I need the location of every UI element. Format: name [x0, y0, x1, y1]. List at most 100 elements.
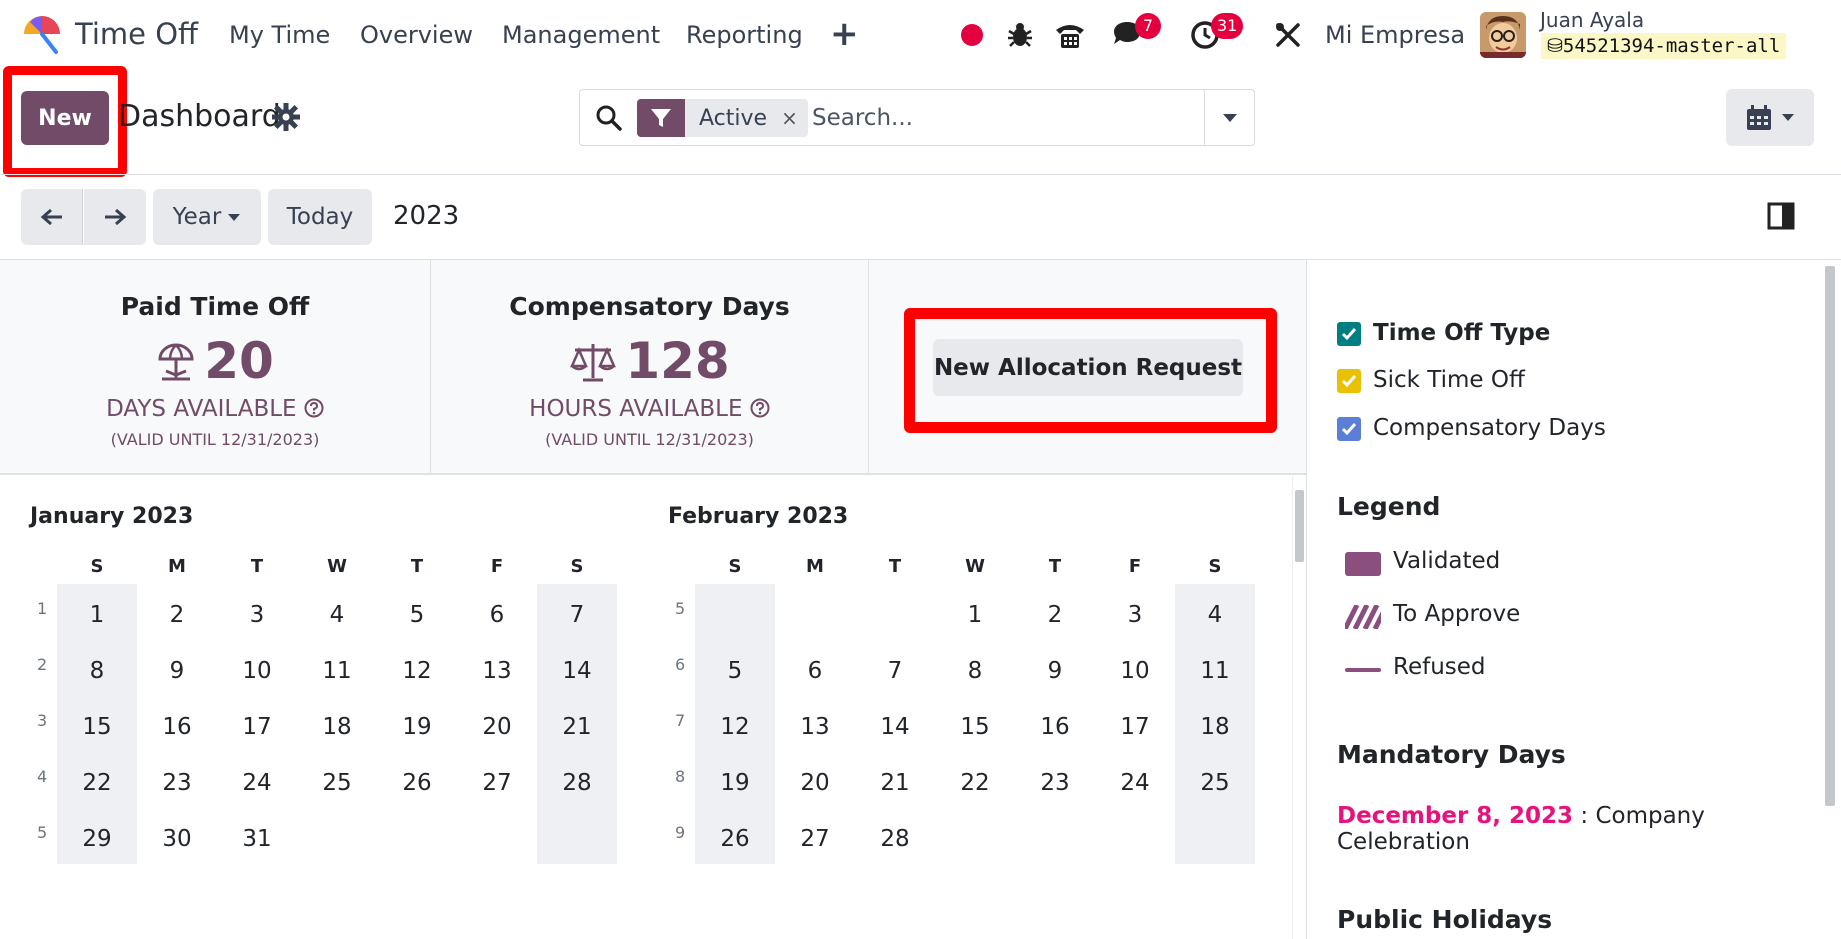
weekday-header: M [168, 556, 186, 577]
calendar-day[interactable]: 5 [377, 602, 457, 628]
menu-my-time[interactable]: My Time [229, 21, 330, 49]
company-switcher[interactable]: Mi Empresa [1325, 21, 1465, 49]
calendar-day[interactable]: 13 [457, 658, 537, 684]
user-avatar[interactable] [1480, 12, 1526, 58]
previous-button[interactable] [21, 189, 83, 245]
calendar-day[interactable]: 22 [57, 770, 137, 796]
gear-icon[interactable] [272, 103, 300, 131]
calendar-day[interactable]: 20 [775, 770, 855, 796]
calendar-day[interactable]: 26 [695, 826, 775, 852]
calendar-day[interactable]: 19 [377, 714, 457, 740]
calendar-day[interactable]: 30 [137, 826, 217, 852]
calendar-day[interactable]: 31 [217, 826, 297, 852]
calendar-day[interactable]: 24 [1095, 770, 1175, 796]
filter-label-compensatory-days[interactable]: Compensatory Days [1373, 415, 1606, 441]
help-icon[interactable] [750, 398, 770, 418]
help-icon[interactable] [304, 398, 324, 418]
search-input[interactable] [812, 99, 1202, 137]
calendar-day[interactable]: 1 [57, 602, 137, 628]
calendar-day[interactable]: 5 [695, 658, 775, 684]
calendar-day[interactable]: 20 [457, 714, 537, 740]
calendar-day[interactable]: 9 [1015, 658, 1095, 684]
facet-remove-icon[interactable]: × [781, 106, 798, 130]
next-button[interactable] [84, 189, 146, 245]
calendar-day[interactable]: 3 [1095, 602, 1175, 628]
calendar-day[interactable]: 25 [1175, 770, 1255, 796]
range-dropdown[interactable]: Year [153, 189, 261, 245]
calendar-day[interactable]: 15 [57, 714, 137, 740]
calendar-day[interactable]: 12 [377, 658, 457, 684]
calendar-day[interactable]: 10 [1095, 658, 1175, 684]
calendar-day[interactable]: 14 [537, 658, 617, 684]
calendar-day[interactable]: 28 [537, 770, 617, 796]
calendar-day[interactable]: 8 [57, 658, 137, 684]
menu-management[interactable]: Management [502, 21, 660, 49]
calendar-day[interactable]: 6 [457, 602, 537, 628]
calendar-day[interactable]: 2 [1015, 602, 1095, 628]
weekday-header: M [806, 556, 824, 577]
app-name[interactable]: Time Off [75, 17, 198, 51]
search-icon[interactable] [595, 104, 623, 132]
side-panel-scrollbar[interactable] [1825, 266, 1835, 806]
calendar-day[interactable]: 10 [217, 658, 297, 684]
calendar-day[interactable]: 17 [217, 714, 297, 740]
calendar-day[interactable]: 7 [537, 602, 617, 628]
calendar-day[interactable]: 18 [297, 714, 377, 740]
calendar-day[interactable]: 27 [457, 770, 537, 796]
calendar-day[interactable]: 21 [537, 714, 617, 740]
calendar-day[interactable]: 15 [935, 714, 1015, 740]
tools-icon[interactable] [1271, 18, 1305, 52]
weekday-header: S [570, 556, 584, 577]
calendar-day[interactable]: 3 [217, 602, 297, 628]
menu-reporting[interactable]: Reporting [686, 21, 803, 49]
checkbox-sick-time-off[interactable] [1337, 369, 1361, 393]
bug-icon[interactable] [1003, 18, 1037, 52]
calendar-day[interactable]: 25 [297, 770, 377, 796]
calendar-day[interactable]: 16 [1015, 714, 1095, 740]
calendar-day[interactable]: 22 [935, 770, 1015, 796]
view-switcher-button[interactable] [1726, 89, 1814, 146]
scrollbar-thumb[interactable] [1295, 490, 1304, 562]
calendar-day[interactable]: 1 [935, 602, 1015, 628]
calendar-day[interactable]: 7 [855, 658, 935, 684]
filter-label-time-off-type[interactable]: Time Off Type [1373, 320, 1550, 346]
checkbox-compensatory-days[interactable] [1337, 417, 1361, 441]
calendar-day[interactable]: 8 [935, 658, 1015, 684]
calendar-day[interactable]: 17 [1095, 714, 1175, 740]
calendar-day[interactable]: 9 [137, 658, 217, 684]
calendar-day[interactable]: 6 [775, 658, 855, 684]
calendar-day[interactable]: 11 [297, 658, 377, 684]
calendar-day[interactable]: 12 [695, 714, 775, 740]
calendar-day[interactable]: 26 [377, 770, 457, 796]
search-options-toggle[interactable] [1204, 90, 1254, 145]
calendar-day[interactable]: 29 [57, 826, 137, 852]
today-button[interactable]: Today [268, 189, 372, 245]
calendar-day[interactable]: 23 [137, 770, 217, 796]
calendar-day[interactable]: 14 [855, 714, 935, 740]
phone-icon[interactable] [1053, 18, 1087, 52]
calendar-day[interactable]: 27 [775, 826, 855, 852]
calendar-day[interactable]: 4 [1175, 602, 1255, 628]
time-off-logo-icon[interactable] [20, 12, 64, 56]
calendar-day[interactable]: 11 [1175, 658, 1255, 684]
calendar-day[interactable]: 18 [1175, 714, 1255, 740]
calendar-day[interactable]: 28 [855, 826, 935, 852]
calendar-day[interactable]: 19 [695, 770, 775, 796]
calendar-day[interactable]: 23 [1015, 770, 1095, 796]
calendar-day[interactable]: 16 [137, 714, 217, 740]
side-panel-toggle-icon[interactable] [1767, 202, 1795, 230]
user-name[interactable]: Juan Ayala [1540, 8, 1644, 32]
current-year: 2023 [393, 201, 460, 231]
record-icon[interactable] [955, 18, 989, 52]
calendar-day[interactable]: 4 [297, 602, 377, 628]
add-menu-icon[interactable]: + [830, 14, 859, 54]
calendar-day[interactable]: 2 [137, 602, 217, 628]
weekday-header: T [888, 556, 902, 577]
calendar-day[interactable]: 24 [217, 770, 297, 796]
menu-overview[interactable]: Overview [360, 21, 473, 49]
calendar-day[interactable]: 21 [855, 770, 935, 796]
calendar-scrollbar[interactable] [1292, 476, 1305, 939]
calendar-day[interactable]: 13 [775, 714, 855, 740]
filter-label-sick-time-off[interactable]: Sick Time Off [1373, 367, 1525, 393]
checkbox-time-off-type[interactable] [1337, 322, 1361, 346]
